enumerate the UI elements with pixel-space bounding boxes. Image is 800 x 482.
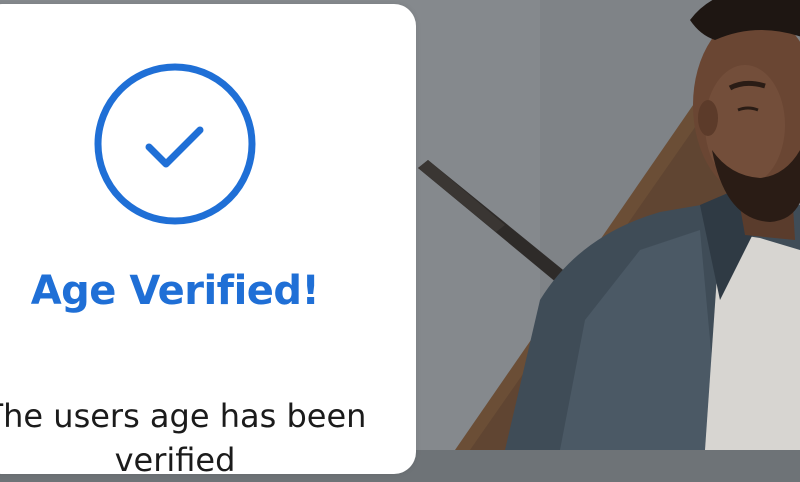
verification-card: Age Verified! The users age has been ver… <box>0 4 416 479</box>
check-circle-icon <box>94 63 256 225</box>
verification-message: The users age has been verified <box>0 397 367 479</box>
verification-title: Age Verified! <box>30 268 320 314</box>
